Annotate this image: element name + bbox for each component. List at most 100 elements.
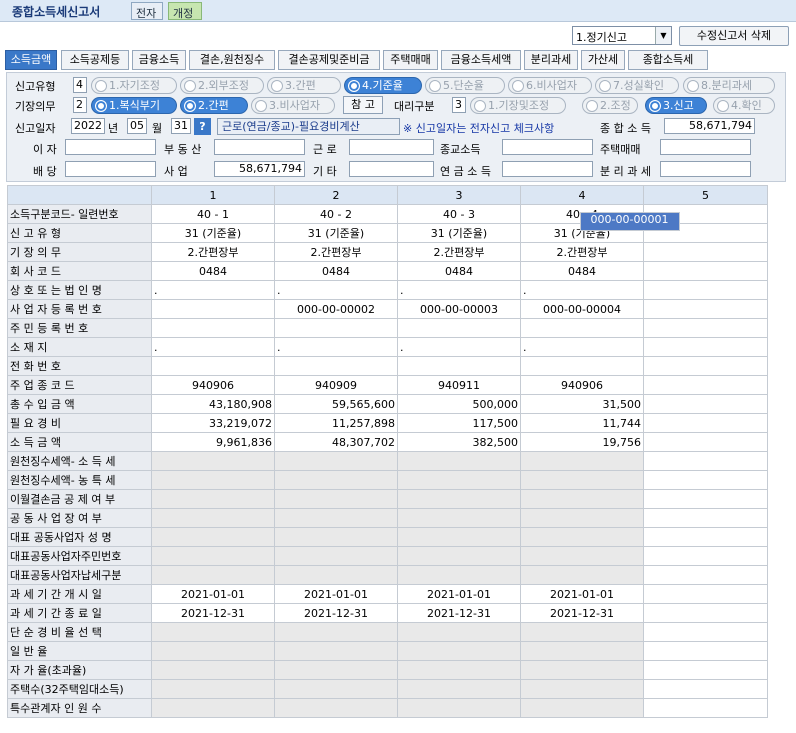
grid-cell[interactable] [397,356,521,376]
grid-cell[interactable]: 0484 [397,261,521,281]
grid-cell[interactable] [151,546,275,566]
grid-cell[interactable]: 000-00-00004 [520,299,644,319]
grid-cell[interactable] [643,527,768,547]
grid-cell[interactable]: 382,500 [397,432,521,452]
grid-cell[interactable]: 0484 [520,261,644,281]
grid-cell[interactable] [397,527,521,547]
grid-cell[interactable] [274,489,398,509]
grid-cell[interactable] [397,470,521,490]
tab-9[interactable]: 종합소득세 [628,50,708,70]
grid-cell[interactable]: . [151,337,275,357]
grid-cell[interactable] [643,337,768,357]
grid-cell[interactable] [643,299,768,319]
grid-cell[interactable]: 2021-12-31 [274,603,398,623]
grid-cell[interactable]: 000-00-00003 [397,299,521,319]
grid-cell[interactable] [643,489,768,509]
grid-cell[interactable]: 2021-12-31 [151,603,275,623]
grid-cell[interactable] [643,413,768,433]
tab-3[interactable]: 결손,원천징수 [189,50,275,70]
grid-cell[interactable] [520,565,644,585]
month-input[interactable]: 05 [127,118,147,134]
grid-cell[interactable]: 2021-12-31 [397,603,521,623]
grid-cell[interactable] [397,508,521,528]
tab-0[interactable]: 소득금액 [5,50,57,70]
grid-cell[interactable]: 2021-01-01 [274,584,398,604]
grid-cell[interactable] [151,679,275,699]
grid-cell[interactable] [520,641,644,661]
chamgo-button[interactable]: 참 고 [343,96,383,114]
grid-cell[interactable] [520,698,644,718]
grid-cell[interactable]: 43,180,908 [151,394,275,414]
column-header-4[interactable]: 4 [520,185,644,205]
grid-cell[interactable] [397,679,521,699]
singo-option-2[interactable]: 2.외부조정 [180,77,264,94]
gijang-option-2[interactable]: 2.간편 [180,97,248,114]
grid-cell[interactable]: 000-00-00002 [274,299,398,319]
singo-option-5[interactable]: 5.단순율 [425,77,505,94]
grid-cell[interactable] [274,451,398,471]
year-input[interactable]: 2022 [71,118,105,134]
singo-option-6[interactable]: 6.비사업자 [508,77,592,94]
grid-cell[interactable]: 40 - 2 [274,204,398,224]
grid-cell[interactable] [274,698,398,718]
grid-cell[interactable]: 940906 [151,375,275,395]
grid-cell[interactable]: 9,961,836 [151,432,275,452]
grid-cell[interactable]: 940906 [520,375,644,395]
grid-cell[interactable] [151,698,275,718]
grid-cell[interactable] [397,698,521,718]
jeonja-button[interactable]: 전자 [131,2,163,20]
grid-cell[interactable]: 31 (기준율) [397,223,521,243]
grid-cell[interactable]: . [397,280,521,300]
grid-cell[interactable] [520,318,644,338]
grid-cell[interactable] [151,356,275,376]
grid-cell[interactable] [274,679,398,699]
chevron-down-icon[interactable]: ▼ [655,27,671,44]
grid-cell[interactable]: . [274,280,398,300]
grid-cell[interactable] [643,242,768,262]
grid-cell[interactable] [643,280,768,300]
grid-cell[interactable]: 33,219,072 [151,413,275,433]
grid-cell[interactable] [397,565,521,585]
grid-cell[interactable] [151,641,275,661]
grid-cell[interactable] [397,451,521,471]
singo-option-4[interactable]: 4.기준율 [344,77,422,94]
grid-cell[interactable] [151,565,275,585]
grid-cell[interactable] [151,508,275,528]
grid-cell[interactable]: 117,500 [397,413,521,433]
grid-cell[interactable]: 11,257,898 [274,413,398,433]
sujeong-delete-button[interactable]: 수정신고서 삭제 [679,26,789,46]
grid-cell[interactable] [274,565,398,585]
grid-cell[interactable] [643,660,768,680]
grid-cell[interactable] [151,660,275,680]
singo-option-3[interactable]: 3.간편 [267,77,341,94]
tab-4[interactable]: 결손공제및준비금 [278,50,380,70]
grid-cell[interactable] [274,356,398,376]
day-input[interactable]: 31 [171,118,191,134]
grid-cell[interactable]: 48,307,702 [274,432,398,452]
grid-cell[interactable]: 0484 [151,261,275,281]
tab-8[interactable]: 가산세 [581,50,625,70]
grid-cell[interactable] [151,622,275,642]
grid-cell[interactable]: 0484 [274,261,398,281]
daeri-option-3[interactable]: 3.신고 [645,97,707,114]
grid-cell[interactable] [274,508,398,528]
grid-cell[interactable] [643,318,768,338]
grid-cell[interactable]: . [274,337,398,357]
grid-cell[interactable]: 31 (기준율) [274,223,398,243]
tab-6[interactable]: 금융소득세액 [441,50,521,70]
grid-cell[interactable] [520,527,644,547]
report-type-select[interactable]: 1.정기신고 ▼ [572,26,672,45]
grid-cell[interactable] [151,489,275,509]
grid-cell[interactable] [643,546,768,566]
grid-cell[interactable]: 31,500 [520,394,644,414]
singo-yuhyeong-input[interactable]: 4 [73,77,87,93]
grid-cell[interactable] [643,432,768,452]
grid-cell[interactable] [274,470,398,490]
grid-cell[interactable] [274,527,398,547]
gijang-option-1[interactable]: 1.복식부기 [91,97,177,114]
singo-option-8[interactable]: 8.분리과세 [683,77,775,94]
grid-cell[interactable] [643,375,768,395]
grid-cell[interactable]: . [520,280,644,300]
grid-cell[interactable] [643,394,768,414]
grid-cell[interactable] [397,546,521,566]
